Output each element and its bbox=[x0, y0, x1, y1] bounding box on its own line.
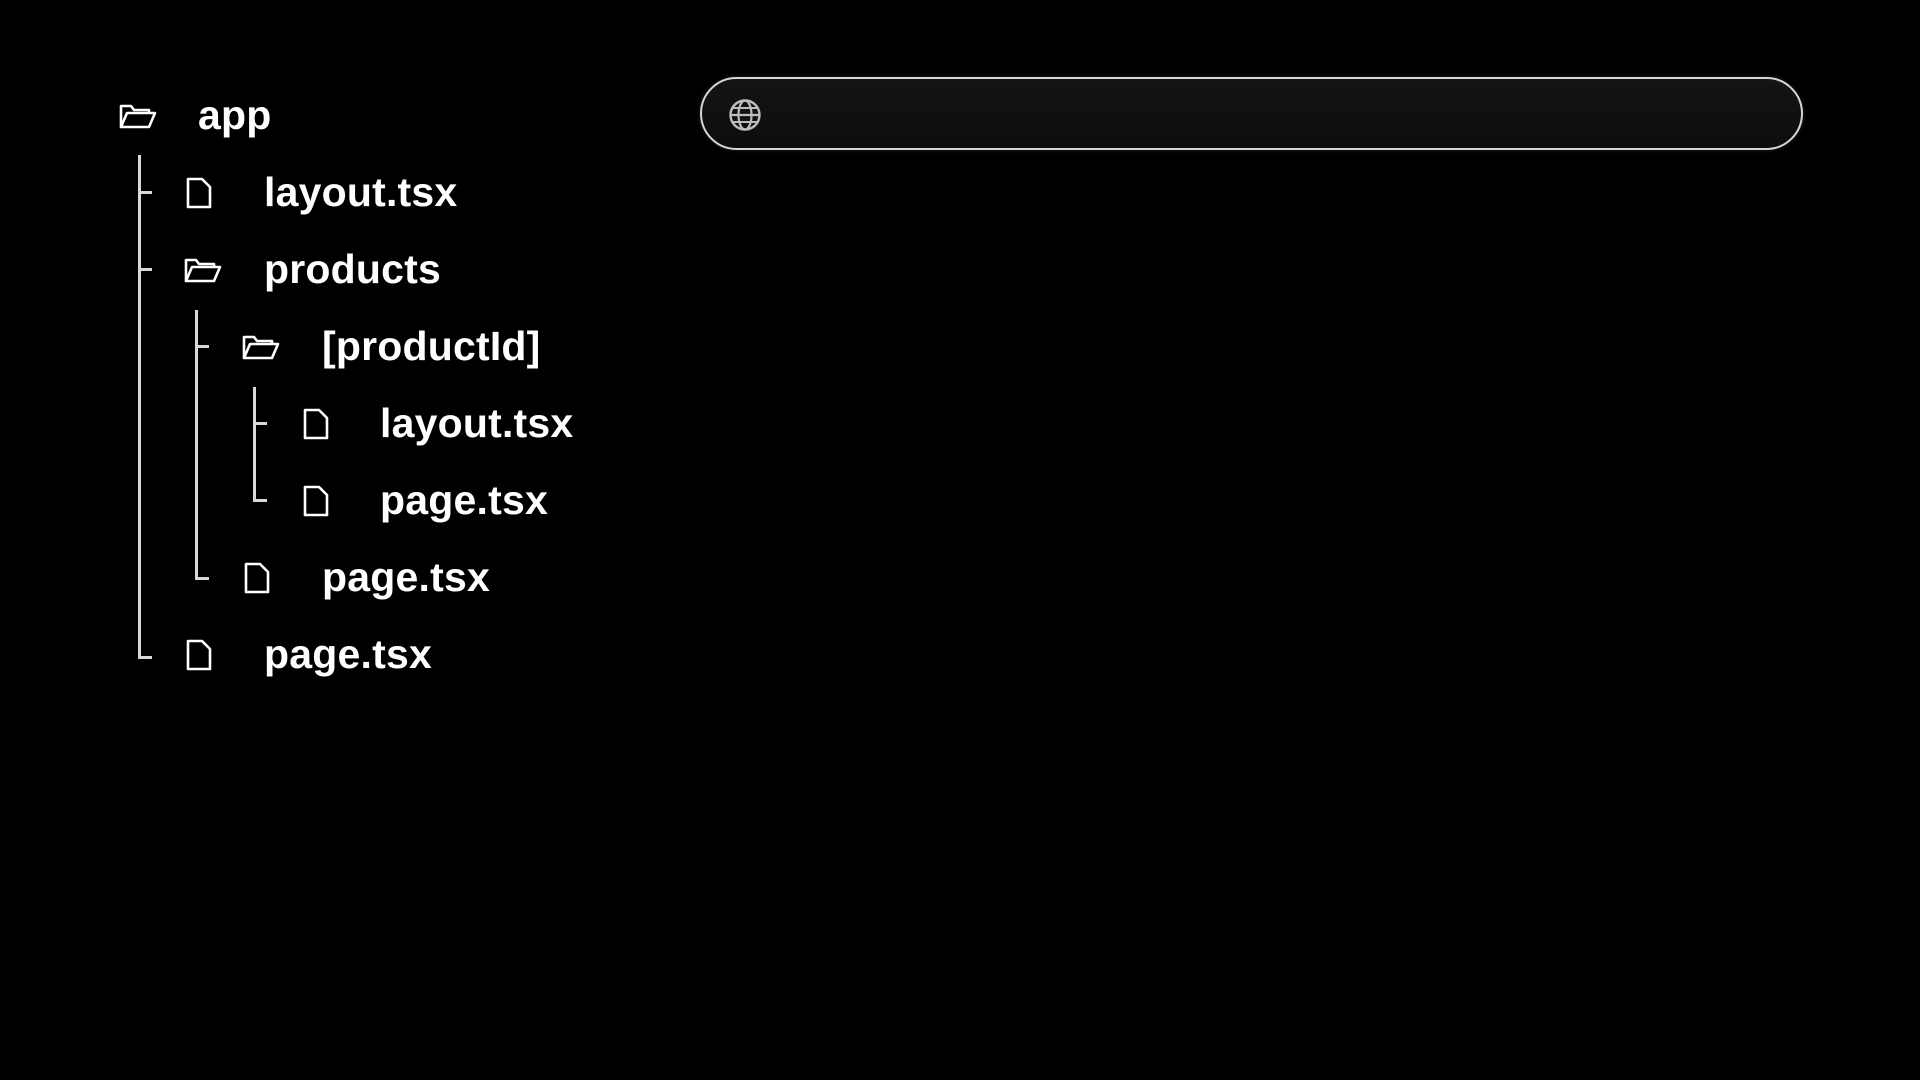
stage: app layout.tsx products [productId] layo… bbox=[0, 0, 1920, 1080]
tree-line bbox=[195, 310, 198, 580]
tree-node-file[interactable]: page.tsx bbox=[183, 624, 503, 684]
tree-line bbox=[195, 345, 209, 348]
tree-line bbox=[195, 577, 209, 580]
file-icon bbox=[186, 639, 212, 671]
tree-node-label: page.tsx bbox=[322, 554, 490, 600]
tree-node-label: layout.tsx bbox=[264, 169, 458, 215]
tree-node-folder[interactable]: [productId] bbox=[241, 316, 581, 376]
tree-line bbox=[253, 387, 256, 502]
tree-node-label: products bbox=[264, 246, 441, 292]
tree-node-label: page.tsx bbox=[264, 631, 432, 677]
tree-node-file[interactable]: layout.tsx bbox=[300, 393, 620, 453]
folder-open-icon bbox=[119, 104, 157, 129]
tree-node-label: app bbox=[198, 92, 272, 138]
folder-open-icon bbox=[184, 258, 222, 283]
folder-open-icon bbox=[242, 335, 280, 360]
tree-node-label: page.tsx bbox=[380, 477, 548, 523]
file-icon bbox=[303, 485, 329, 517]
tree-node-label: layout.tsx bbox=[380, 400, 574, 446]
file-icon bbox=[303, 408, 329, 440]
file-icon bbox=[186, 177, 212, 209]
globe-icon bbox=[729, 99, 761, 131]
tree-node-file[interactable]: page.tsx bbox=[300, 470, 620, 530]
tree-line bbox=[253, 422, 267, 425]
tree-line bbox=[138, 191, 152, 194]
address-bar[interactable] bbox=[700, 77, 1803, 150]
tree-line bbox=[253, 499, 267, 502]
tree-node-label: [productId] bbox=[322, 323, 541, 369]
file-icon bbox=[244, 562, 270, 594]
tree-line bbox=[138, 155, 141, 659]
tree-node-file[interactable]: layout.tsx bbox=[183, 162, 503, 222]
tree-node-folder[interactable]: products bbox=[183, 239, 503, 299]
tree-node-app[interactable]: app bbox=[118, 85, 418, 145]
tree-line bbox=[138, 268, 152, 271]
tree-line bbox=[138, 656, 152, 659]
tree-node-file[interactable]: page.tsx bbox=[241, 547, 561, 607]
